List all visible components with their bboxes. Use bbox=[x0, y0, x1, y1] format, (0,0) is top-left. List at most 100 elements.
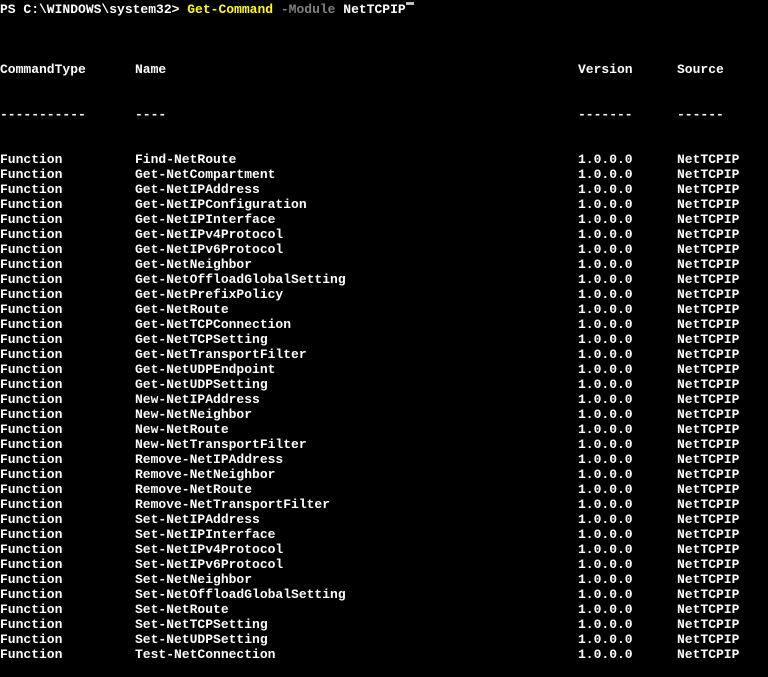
table-row: FunctionNew-NetTransportFilter1.0.0.0Net… bbox=[0, 437, 768, 452]
cell-commandtype: Function bbox=[0, 212, 135, 227]
separator-source: ------ bbox=[677, 107, 768, 122]
table-row: FunctionGet-NetPrefixPolicy1.0.0.0NetTCP… bbox=[0, 287, 768, 302]
cell-name: Get-NetUDPSetting bbox=[135, 377, 578, 392]
cell-name: New-NetRoute bbox=[135, 422, 578, 437]
cell-version: 1.0.0.0 bbox=[578, 212, 677, 227]
table-row: FunctionGet-NetRoute1.0.0.0NetTCPIP bbox=[0, 302, 768, 317]
output-table: CommandType Name Version Source --------… bbox=[0, 32, 768, 677]
cell-commandtype: Function bbox=[0, 182, 135, 197]
header-version: Version bbox=[578, 62, 677, 77]
prompt-line[interactable]: PS C:\WINDOWS\system32> Get-Command -Mod… bbox=[0, 2, 768, 17]
cell-commandtype: Function bbox=[0, 647, 135, 662]
cell-name: Get-NetOffloadGlobalSetting bbox=[135, 272, 578, 287]
cell-commandtype: Function bbox=[0, 197, 135, 212]
cell-version: 1.0.0.0 bbox=[578, 227, 677, 242]
table-row: FunctionSet-NetTCPSetting1.0.0.0NetTCPIP bbox=[0, 617, 768, 632]
cell-commandtype: Function bbox=[0, 392, 135, 407]
cell-source: NetTCPIP bbox=[677, 317, 768, 332]
cell-commandtype: Function bbox=[0, 272, 135, 287]
cell-name: Remove-NetTransportFilter bbox=[135, 497, 578, 512]
cell-source: NetTCPIP bbox=[677, 377, 768, 392]
cell-commandtype: Function bbox=[0, 347, 135, 362]
cell-commandtype: Function bbox=[0, 617, 135, 632]
cell-name: Get-NetIPInterface bbox=[135, 212, 578, 227]
cell-source: NetTCPIP bbox=[677, 212, 768, 227]
table-row: FunctionRemove-NetIPAddress1.0.0.0NetTCP… bbox=[0, 452, 768, 467]
table-separator-row: ----------- ---- ------- ------ bbox=[0, 107, 768, 122]
cell-name: Get-NetIPv6Protocol bbox=[135, 242, 578, 257]
cell-name: Get-NetIPConfiguration bbox=[135, 197, 578, 212]
cell-name: Get-NetIPv4Protocol bbox=[135, 227, 578, 242]
table-row: FunctionGet-NetUDPEndpoint1.0.0.0NetTCPI… bbox=[0, 362, 768, 377]
cell-source: NetTCPIP bbox=[677, 542, 768, 557]
cell-version: 1.0.0.0 bbox=[578, 452, 677, 467]
cell-commandtype: Function bbox=[0, 542, 135, 557]
cell-version: 1.0.0.0 bbox=[578, 587, 677, 602]
cell-version: 1.0.0.0 bbox=[578, 602, 677, 617]
table-row: FunctionSet-NetIPAddress1.0.0.0NetTCPIP bbox=[0, 512, 768, 527]
cell-name: Set-NetNeighbor bbox=[135, 572, 578, 587]
cell-source: NetTCPIP bbox=[677, 392, 768, 407]
cell-source: NetTCPIP bbox=[677, 602, 768, 617]
table-row: FunctionRemove-NetNeighbor1.0.0.0NetTCPI… bbox=[0, 467, 768, 482]
cell-commandtype: Function bbox=[0, 602, 135, 617]
cell-version: 1.0.0.0 bbox=[578, 167, 677, 182]
cell-version: 1.0.0.0 bbox=[578, 467, 677, 482]
cell-source: NetTCPIP bbox=[677, 167, 768, 182]
cell-source: NetTCPIP bbox=[677, 242, 768, 257]
cell-source: NetTCPIP bbox=[677, 302, 768, 317]
cell-source: NetTCPIP bbox=[677, 452, 768, 467]
cell-source: NetTCPIP bbox=[677, 497, 768, 512]
cell-name: New-NetIPAddress bbox=[135, 392, 578, 407]
cell-version: 1.0.0.0 bbox=[578, 527, 677, 542]
table-row: FunctionGet-NetNeighbor1.0.0.0NetTCPIP bbox=[0, 257, 768, 272]
table-row: FunctionGet-NetTCPSetting1.0.0.0NetTCPIP bbox=[0, 332, 768, 347]
cell-name: Set-NetRoute bbox=[135, 602, 578, 617]
cell-version: 1.0.0.0 bbox=[578, 617, 677, 632]
cell-version: 1.0.0.0 bbox=[578, 512, 677, 527]
cell-name: Get-NetTCPSetting bbox=[135, 332, 578, 347]
cell-commandtype: Function bbox=[0, 257, 135, 272]
cell-name: Set-NetIPv6Protocol bbox=[135, 557, 578, 572]
cell-source: NetTCPIP bbox=[677, 182, 768, 197]
cell-version: 1.0.0.0 bbox=[578, 287, 677, 302]
cell-commandtype: Function bbox=[0, 317, 135, 332]
cell-commandtype: Function bbox=[0, 572, 135, 587]
cell-source: NetTCPIP bbox=[677, 407, 768, 422]
cell-source: NetTCPIP bbox=[677, 422, 768, 437]
cell-version: 1.0.0.0 bbox=[578, 182, 677, 197]
table-row: FunctionRemove-NetRoute1.0.0.0NetTCPIP bbox=[0, 482, 768, 497]
cell-version: 1.0.0.0 bbox=[578, 242, 677, 257]
cell-source: NetTCPIP bbox=[677, 287, 768, 302]
cell-name: New-NetTransportFilter bbox=[135, 437, 578, 452]
cell-version: 1.0.0.0 bbox=[578, 347, 677, 362]
cell-commandtype: Function bbox=[0, 632, 135, 647]
cell-name: Remove-NetIPAddress bbox=[135, 452, 578, 467]
cell-commandtype: Function bbox=[0, 152, 135, 167]
cell-commandtype: Function bbox=[0, 512, 135, 527]
cell-version: 1.0.0.0 bbox=[578, 392, 677, 407]
cell-source: NetTCPIP bbox=[677, 347, 768, 362]
cell-source: NetTCPIP bbox=[677, 527, 768, 542]
cell-source: NetTCPIP bbox=[677, 437, 768, 452]
table-row: FunctionGet-NetIPAddress1.0.0.0NetTCPIP bbox=[0, 182, 768, 197]
cell-source: NetTCPIP bbox=[677, 362, 768, 377]
table-row: FunctionSet-NetUDPSetting1.0.0.0NetTCPIP bbox=[0, 632, 768, 647]
cell-name: Get-NetPrefixPolicy bbox=[135, 287, 578, 302]
table-row: FunctionGet-NetIPInterface1.0.0.0NetTCPI… bbox=[0, 212, 768, 227]
cell-name: Remove-NetNeighbor bbox=[135, 467, 578, 482]
cell-commandtype: Function bbox=[0, 362, 135, 377]
table-row: FunctionNew-NetRoute1.0.0.0NetTCPIP bbox=[0, 422, 768, 437]
header-commandtype: CommandType bbox=[0, 62, 135, 77]
cell-source: NetTCPIP bbox=[677, 332, 768, 347]
table-row: FunctionTest-NetConnection1.0.0.0NetTCPI… bbox=[0, 647, 768, 662]
cell-commandtype: Function bbox=[0, 167, 135, 182]
cell-name: Set-NetIPInterface bbox=[135, 527, 578, 542]
cell-version: 1.0.0.0 bbox=[578, 332, 677, 347]
cell-commandtype: Function bbox=[0, 452, 135, 467]
cell-name: Get-NetTransportFilter bbox=[135, 347, 578, 362]
table-row: FunctionSet-NetRoute1.0.0.0NetTCPIP bbox=[0, 602, 768, 617]
table-row: FunctionSet-NetNeighbor1.0.0.0NetTCPIP bbox=[0, 572, 768, 587]
table-row: FunctionGet-NetCompartment1.0.0.0NetTCPI… bbox=[0, 167, 768, 182]
cell-version: 1.0.0.0 bbox=[578, 302, 677, 317]
